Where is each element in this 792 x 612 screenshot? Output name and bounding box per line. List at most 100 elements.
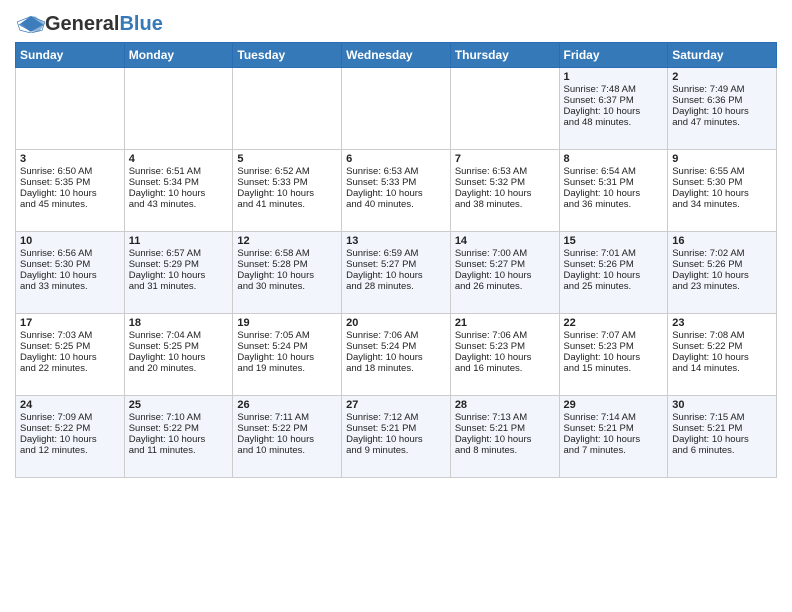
calendar-cell	[342, 68, 451, 150]
day-info: Sunset: 5:27 PM	[455, 259, 555, 270]
day-info: Sunset: 5:22 PM	[20, 423, 120, 434]
calendar-cell: 25Sunrise: 7:10 AMSunset: 5:22 PMDayligh…	[124, 396, 233, 478]
calendar-cell: 10Sunrise: 6:56 AMSunset: 5:30 PMDayligh…	[16, 232, 125, 314]
day-info: Sunrise: 6:54 AM	[564, 166, 664, 177]
day-info: Sunset: 5:33 PM	[237, 177, 337, 188]
day-info: and 19 minutes.	[237, 363, 337, 374]
day-info: Sunset: 5:22 PM	[129, 423, 229, 434]
day-info: Sunrise: 6:53 AM	[346, 166, 446, 177]
day-info: Daylight: 10 hours	[20, 434, 120, 445]
calendar-cell: 11Sunrise: 6:57 AMSunset: 5:29 PMDayligh…	[124, 232, 233, 314]
day-number: 15	[564, 235, 664, 247]
day-info: and 26 minutes.	[455, 281, 555, 292]
day-info: Daylight: 10 hours	[564, 352, 664, 363]
day-info: Sunrise: 6:59 AM	[346, 248, 446, 259]
day-info: Daylight: 10 hours	[129, 434, 229, 445]
day-info: and 43 minutes.	[129, 199, 229, 210]
day-info: Sunset: 5:34 PM	[129, 177, 229, 188]
day-number: 24	[20, 399, 120, 411]
day-info: and 28 minutes.	[346, 281, 446, 292]
calendar-cell: 6Sunrise: 6:53 AMSunset: 5:33 PMDaylight…	[342, 150, 451, 232]
calendar-week-4: 17Sunrise: 7:03 AMSunset: 5:25 PMDayligh…	[16, 314, 777, 396]
calendar-table: Sunday Monday Tuesday Wednesday Thursday…	[15, 42, 777, 478]
day-info: Daylight: 10 hours	[672, 106, 772, 117]
day-number: 9	[672, 153, 772, 165]
day-info: Sunset: 5:32 PM	[455, 177, 555, 188]
day-info: Sunrise: 6:50 AM	[20, 166, 120, 177]
day-info: Daylight: 10 hours	[455, 434, 555, 445]
day-number: 3	[20, 153, 120, 165]
day-number: 2	[672, 71, 772, 83]
generalblue-icon	[17, 15, 45, 33]
day-info: Sunset: 5:30 PM	[672, 177, 772, 188]
day-info: and 15 minutes.	[564, 363, 664, 374]
day-info: Daylight: 10 hours	[346, 352, 446, 363]
day-info: Sunset: 5:28 PM	[237, 259, 337, 270]
day-info: Sunrise: 7:10 AM	[129, 412, 229, 423]
calendar-cell: 7Sunrise: 6:53 AMSunset: 5:32 PMDaylight…	[450, 150, 559, 232]
calendar-week-5: 24Sunrise: 7:09 AMSunset: 5:22 PMDayligh…	[16, 396, 777, 478]
page: GeneralBlue Sunday Monday Tuesday Wednes…	[0, 0, 792, 488]
day-info: Daylight: 10 hours	[20, 270, 120, 281]
calendar-cell	[450, 68, 559, 150]
day-info: Sunset: 6:37 PM	[564, 95, 664, 106]
calendar-cell: 16Sunrise: 7:02 AMSunset: 5:26 PMDayligh…	[668, 232, 777, 314]
calendar-cell: 8Sunrise: 6:54 AMSunset: 5:31 PMDaylight…	[559, 150, 668, 232]
day-info: Sunset: 5:21 PM	[455, 423, 555, 434]
col-sunday: Sunday	[16, 43, 125, 68]
day-info: Sunset: 5:31 PM	[564, 177, 664, 188]
day-number: 17	[20, 317, 120, 329]
day-info: Sunrise: 7:48 AM	[564, 84, 664, 95]
calendar-cell: 5Sunrise: 6:52 AMSunset: 5:33 PMDaylight…	[233, 150, 342, 232]
day-info: Sunset: 5:24 PM	[346, 341, 446, 352]
day-info: Sunset: 5:23 PM	[455, 341, 555, 352]
day-info: and 31 minutes.	[129, 281, 229, 292]
day-info: Daylight: 10 hours	[237, 352, 337, 363]
day-info: Sunrise: 7:00 AM	[455, 248, 555, 259]
calendar-cell: 28Sunrise: 7:13 AMSunset: 5:21 PMDayligh…	[450, 396, 559, 478]
calendar-cell: 9Sunrise: 6:55 AMSunset: 5:30 PMDaylight…	[668, 150, 777, 232]
calendar-cell: 21Sunrise: 7:06 AMSunset: 5:23 PMDayligh…	[450, 314, 559, 396]
day-info: and 20 minutes.	[129, 363, 229, 374]
col-thursday: Thursday	[450, 43, 559, 68]
day-info: and 12 minutes.	[20, 445, 120, 456]
day-number: 21	[455, 317, 555, 329]
day-info: Daylight: 10 hours	[455, 352, 555, 363]
day-info: Daylight: 10 hours	[564, 106, 664, 117]
day-info: and 22 minutes.	[20, 363, 120, 374]
day-info: Daylight: 10 hours	[672, 434, 772, 445]
day-info: and 16 minutes.	[455, 363, 555, 374]
day-number: 19	[237, 317, 337, 329]
day-info: Sunset: 6:36 PM	[672, 95, 772, 106]
calendar-cell: 17Sunrise: 7:03 AMSunset: 5:25 PMDayligh…	[16, 314, 125, 396]
calendar-cell: 23Sunrise: 7:08 AMSunset: 5:22 PMDayligh…	[668, 314, 777, 396]
day-info: Sunrise: 7:14 AM	[564, 412, 664, 423]
day-info: and 25 minutes.	[564, 281, 664, 292]
day-info: and 34 minutes.	[672, 199, 772, 210]
calendar-cell	[124, 68, 233, 150]
day-info: Sunrise: 7:06 AM	[455, 330, 555, 341]
header-row: Sunday Monday Tuesday Wednesday Thursday…	[16, 43, 777, 68]
day-number: 7	[455, 153, 555, 165]
day-info: Sunrise: 6:51 AM	[129, 166, 229, 177]
day-info: Sunrise: 7:06 AM	[346, 330, 446, 341]
day-info: and 6 minutes.	[672, 445, 772, 456]
day-info: and 38 minutes.	[455, 199, 555, 210]
day-info: Sunset: 5:33 PM	[346, 177, 446, 188]
day-info: Daylight: 10 hours	[672, 188, 772, 199]
day-info: Daylight: 10 hours	[455, 188, 555, 199]
calendar-cell	[233, 68, 342, 150]
day-info: Daylight: 10 hours	[346, 434, 446, 445]
calendar-cell: 26Sunrise: 7:11 AMSunset: 5:22 PMDayligh…	[233, 396, 342, 478]
day-info: Daylight: 10 hours	[346, 270, 446, 281]
day-info: Sunset: 5:24 PM	[237, 341, 337, 352]
day-info: Sunrise: 7:15 AM	[672, 412, 772, 423]
day-number: 14	[455, 235, 555, 247]
day-info: Sunrise: 7:12 AM	[346, 412, 446, 423]
calendar-cell: 24Sunrise: 7:09 AMSunset: 5:22 PMDayligh…	[16, 396, 125, 478]
day-info: Daylight: 10 hours	[129, 352, 229, 363]
day-info: Daylight: 10 hours	[564, 434, 664, 445]
calendar-week-1: 1Sunrise: 7:48 AMSunset: 6:37 PMDaylight…	[16, 68, 777, 150]
day-number: 4	[129, 153, 229, 165]
day-info: and 45 minutes.	[20, 199, 120, 210]
